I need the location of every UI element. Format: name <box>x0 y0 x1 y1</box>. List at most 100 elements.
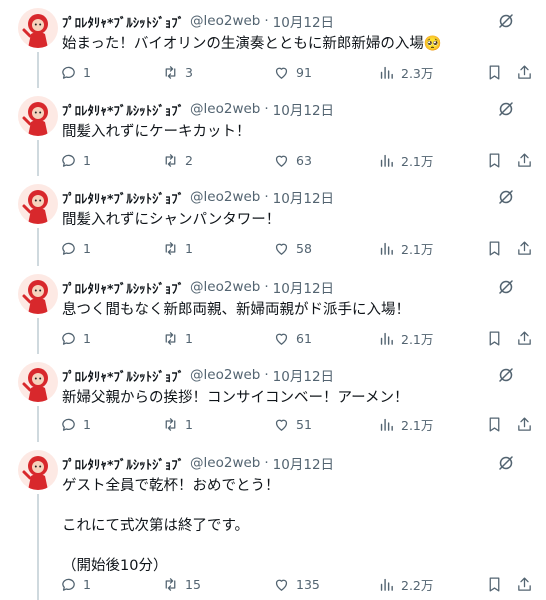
tweet[interactable]: ﾌﾟﾛﾚﾀﾘｬ*ﾌﾞﾙｼｯﾄｼﾞｮﾌﾞ @leo2web · 10月12日 新婦… <box>0 354 546 442</box>
tweet-date[interactable]: 10月12日 <box>273 365 334 385</box>
tweet[interactable]: ﾌﾟﾛﾚﾀﾘｬ*ﾌﾞﾙｼｯﾄｼﾞｮﾌﾞ @leo2web · 10月12日 ゲス… <box>0 442 546 600</box>
retweet-button[interactable]: 1 <box>162 328 193 348</box>
views-chart-icon <box>380 66 393 79</box>
like-button[interactable]: 91 <box>273 62 312 82</box>
display-name[interactable]: ﾌﾟﾛﾚﾀﾘｬ*ﾌﾞﾙｼｯﾄｼﾞｮﾌﾞ <box>62 12 184 31</box>
reply-icon <box>62 418 75 431</box>
tweet[interactable]: ﾌﾟﾛﾚﾀﾘｬ*ﾌﾞﾙｼｯﾄｼﾞｮﾌﾞ @leo2web · 10月12日 息つ… <box>0 266 546 354</box>
tweet-text: 息つく間もなく新郎両親、新婦両親がド派手に入場！ <box>62 302 410 318</box>
avatar[interactable] <box>18 8 58 48</box>
share-icon <box>518 152 531 167</box>
tweet-date[interactable]: 10月12日 <box>273 11 334 31</box>
view-count: 2.1万 <box>401 241 434 257</box>
reply-icon <box>62 242 75 255</box>
user-handle[interactable]: @leo2web <box>190 13 260 29</box>
retweet-count: 3 <box>185 64 193 80</box>
views-button[interactable]: 2.1万 <box>378 238 433 258</box>
grok-icon[interactable] <box>498 367 514 383</box>
share-icon <box>518 64 531 79</box>
share-icon <box>518 416 531 431</box>
bookmark-button[interactable] <box>486 574 503 594</box>
display-name[interactable]: ﾌﾟﾛﾚﾀﾘｬ*ﾌﾞﾙｼｯﾄｼﾞｮﾌﾞ <box>62 278 184 297</box>
share-button[interactable] <box>516 328 533 348</box>
display-name[interactable]: ﾌﾟﾛﾚﾀﾘｬ*ﾌﾞﾙｼｯﾄｼﾞｮﾌﾞ <box>62 100 184 119</box>
retweet-button[interactable]: 3 <box>162 62 193 82</box>
avatar[interactable] <box>18 96 58 136</box>
retweet-button[interactable]: 15 <box>162 574 201 594</box>
bookmark-button[interactable] <box>486 150 503 170</box>
views-button[interactable]: 2.1万 <box>378 150 433 170</box>
views-button[interactable]: 2.2万 <box>378 574 433 594</box>
avatar[interactable] <box>18 450 58 490</box>
grok-icon[interactable] <box>498 279 514 295</box>
like-button[interactable]: 61 <box>273 328 312 348</box>
avatar[interactable] <box>18 274 58 314</box>
reply-icon <box>62 332 75 345</box>
retweet-icon <box>165 331 176 345</box>
reply-button[interactable]: 1 <box>60 238 91 258</box>
tweet-date[interactable]: 10月12日 <box>273 187 334 207</box>
user-handle[interactable]: @leo2web <box>190 279 260 295</box>
reply-button[interactable]: 1 <box>60 574 91 594</box>
tweet-thread: ﾌﾟﾛﾚﾀﾘｬ*ﾌﾞﾙｼｯﾄｼﾞｮﾌﾞ @leo2web · 10月12日 始ま… <box>0 0 546 600</box>
reply-icon <box>62 66 75 79</box>
bookmark-button[interactable] <box>486 62 503 82</box>
user-handle[interactable]: @leo2web <box>190 367 260 383</box>
separator-dot: · <box>264 279 269 295</box>
tweet-date[interactable]: 10月12日 <box>273 99 334 119</box>
retweet-button[interactable]: 1 <box>162 238 193 258</box>
like-button[interactable]: 63 <box>273 150 312 170</box>
thread-connector <box>37 318 39 354</box>
grok-icon[interactable] <box>498 13 514 29</box>
view-count: 2.1万 <box>401 153 434 169</box>
reply-button[interactable]: 1 <box>60 62 91 82</box>
share-button[interactable] <box>516 238 533 258</box>
like-count: 63 <box>296 152 312 168</box>
share-button[interactable] <box>516 414 533 434</box>
share-button[interactable] <box>516 150 533 170</box>
heart-icon <box>275 579 288 591</box>
tweet-date[interactable]: 10月12日 <box>273 277 334 297</box>
like-button[interactable]: 51 <box>273 414 312 434</box>
display-name[interactable]: ﾌﾟﾛﾚﾀﾘｬ*ﾌﾞﾙｼｯﾄｼﾞｮﾌﾞ <box>62 454 184 473</box>
tweet-date[interactable]: 10月12日 <box>273 453 334 473</box>
grok-icon[interactable] <box>498 101 514 117</box>
thread-connector <box>37 52 39 88</box>
tweet[interactable]: ﾌﾟﾛﾚﾀﾘｬ*ﾌﾞﾙｼｯﾄｼﾞｮﾌﾞ @leo2web · 10月12日 間髪… <box>0 176 546 266</box>
bookmark-button[interactable] <box>486 238 503 258</box>
user-handle[interactable]: @leo2web <box>190 101 260 117</box>
avatar[interactable] <box>18 362 58 402</box>
views-button[interactable]: 2.1万 <box>378 414 433 434</box>
like-button[interactable]: 135 <box>273 574 320 594</box>
reply-button[interactable]: 1 <box>60 328 91 348</box>
grok-icon[interactable] <box>498 189 514 205</box>
tweet[interactable]: ﾌﾟﾛﾚﾀﾘｬ*ﾌﾞﾙｼｯﾄｼﾞｮﾌﾞ @leo2web · 10月12日 間髪… <box>0 88 546 176</box>
bookmark-button[interactable] <box>486 328 503 348</box>
user-handle[interactable]: @leo2web <box>190 455 260 471</box>
tweet-header: ﾌﾟﾛﾚﾀﾘｬ*ﾌﾞﾙｼｯﾄｼﾞｮﾌﾞ @leo2web · 10月12日 <box>62 11 334 31</box>
view-count: 2.1万 <box>401 417 434 433</box>
reply-button[interactable]: 1 <box>60 150 91 170</box>
bookmark-button[interactable] <box>486 414 503 434</box>
tweet-actions: 1 2 63 2.1万 <box>60 150 546 170</box>
retweet-button[interactable]: 2 <box>162 150 193 170</box>
reply-button[interactable]: 1 <box>60 414 91 434</box>
grok-icon[interactable] <box>498 455 514 471</box>
share-button[interactable] <box>516 62 533 82</box>
views-button[interactable]: 2.3万 <box>378 62 433 82</box>
tweet[interactable]: ﾌﾟﾛﾚﾀﾘｬ*ﾌﾞﾙｼｯﾄｼﾞｮﾌﾞ @leo2web · 10月12日 始ま… <box>0 0 546 88</box>
user-handle[interactable]: @leo2web <box>190 189 260 205</box>
tweet-actions: 1 3 91 2.3万 <box>60 62 546 82</box>
views-chart-icon <box>380 154 393 167</box>
views-button[interactable]: 2.1万 <box>378 328 433 348</box>
like-button[interactable]: 58 <box>273 238 312 258</box>
display-name[interactable]: ﾌﾟﾛﾚﾀﾘｬ*ﾌﾞﾙｼｯﾄｼﾞｮﾌﾞ <box>62 188 184 207</box>
avatar[interactable] <box>18 184 58 224</box>
tweet-text: 始まった！バイオリンの生演奏とともに新郎新婦の入場🥺 <box>62 36 442 52</box>
retweet-button[interactable]: 1 <box>162 414 193 434</box>
tweet-header: ﾌﾟﾛﾚﾀﾘｬ*ﾌﾞﾙｼｯﾄｼﾞｮﾌﾞ @leo2web · 10月12日 <box>62 277 334 297</box>
share-icon <box>518 330 531 345</box>
tweet-header: ﾌﾟﾛﾚﾀﾘｬ*ﾌﾞﾙｼｯﾄｼﾞｮﾌﾞ @leo2web · 10月12日 <box>62 99 334 119</box>
share-button[interactable] <box>516 574 533 594</box>
display-name[interactable]: ﾌﾟﾛﾚﾀﾘｬ*ﾌﾞﾙｼｯﾄｼﾞｮﾌﾞ <box>62 366 184 385</box>
